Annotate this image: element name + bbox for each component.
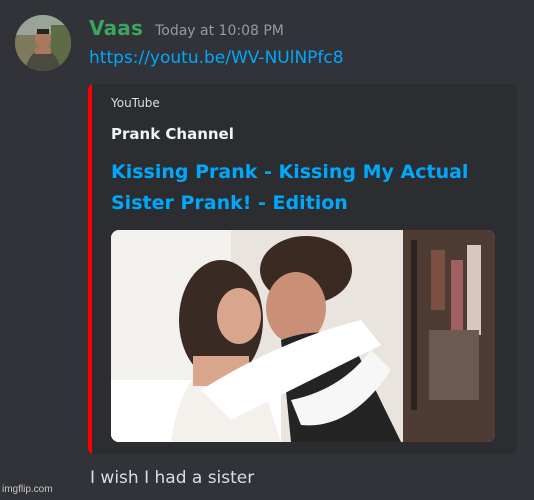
- embed-provider[interactable]: YouTube: [111, 96, 160, 110]
- user-avatar[interactable]: [15, 15, 71, 71]
- embed-accent-bar: [88, 84, 92, 454]
- avatar-image: [15, 15, 71, 71]
- message-header: Vaas Today at 10:08 PM: [89, 16, 284, 48]
- thumbnail-image: [111, 230, 495, 442]
- imgflip-watermark: imgflip.com: [2, 484, 53, 495]
- embed-title-link[interactable]: Kissing Prank - Kissing My Actual Sister…: [111, 157, 506, 219]
- username[interactable]: Vaas: [89, 16, 143, 40]
- timestamp: Today at 10:08 PM: [155, 23, 284, 39]
- link-embed: YouTube Prank Channel Kissing Prank - Ki…: [88, 84, 517, 454]
- message-text: I wish I had a sister: [90, 468, 255, 488]
- video-thumbnail[interactable]: [111, 230, 495, 442]
- embed-author[interactable]: Prank Channel: [111, 125, 234, 143]
- youtube-link[interactable]: https://youtu.be/WV-NUlNPfc8: [89, 48, 344, 68]
